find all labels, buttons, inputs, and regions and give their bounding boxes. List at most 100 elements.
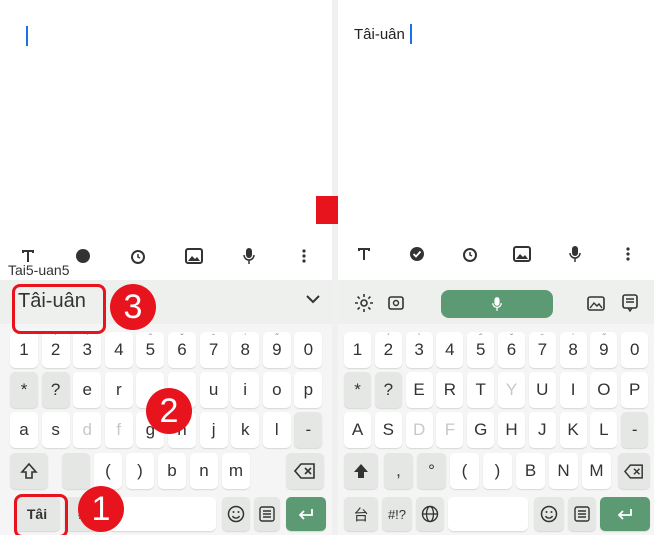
key[interactable]: ˝ 9	[262, 332, 291, 368]
key[interactable]: i	[231, 372, 260, 408]
key[interactable]: ˇ6	[498, 332, 525, 368]
enter-key[interactable]	[600, 497, 650, 531]
image-icon[interactable]	[511, 243, 533, 265]
key[interactable]: 4	[436, 332, 464, 368]
key[interactable]: F	[436, 412, 464, 448]
clipboard-icon[interactable]	[620, 293, 640, 313]
key[interactable]: j	[199, 412, 228, 448]
chevron-down-icon[interactable]	[306, 294, 320, 304]
alarm-icon[interactable]	[127, 245, 149, 267]
check-circle-icon[interactable]	[406, 243, 428, 265]
key[interactable]: U	[528, 372, 556, 408]
key[interactable]: )	[126, 453, 154, 489]
check-circle-icon[interactable]	[72, 245, 94, 267]
key[interactable]: B	[516, 453, 545, 489]
key[interactable]: s	[41, 412, 70, 448]
key[interactable]: f	[104, 412, 133, 448]
key[interactable]	[62, 453, 90, 489]
language-key[interactable]	[416, 497, 444, 531]
space-key[interactable]	[108, 497, 216, 531]
key[interactable]: n	[190, 453, 218, 489]
key[interactable]: l	[262, 412, 291, 448]
emoji-key[interactable]	[222, 497, 250, 531]
key[interactable]: A	[344, 412, 371, 448]
keyboard-switch-key[interactable]	[254, 497, 280, 531]
alarm-icon[interactable]	[459, 243, 481, 265]
enter-key[interactable]	[286, 497, 326, 531]
key[interactable]: D	[405, 412, 433, 448]
mode-key[interactable]: 台	[344, 497, 378, 531]
image-icon[interactable]	[183, 245, 205, 267]
key[interactable]: M	[582, 453, 611, 489]
key[interactable]: *	[10, 372, 38, 408]
translate-icon[interactable]	[386, 293, 406, 313]
space-key[interactable]	[448, 497, 528, 531]
key[interactable]: ˉ7	[199, 332, 228, 368]
key[interactable]: H	[498, 412, 525, 448]
shift-key[interactable]	[10, 453, 48, 489]
key[interactable]: E	[405, 372, 433, 408]
key[interactable]: ˉ7	[528, 332, 556, 368]
key[interactable]: G	[467, 412, 495, 448]
settings-icon[interactable]	[354, 293, 374, 313]
key[interactable]: m	[222, 453, 250, 489]
key[interactable]: o	[262, 372, 291, 408]
key[interactable]: p	[294, 372, 323, 408]
backspace-key[interactable]	[286, 453, 324, 489]
key[interactable]: ,	[384, 453, 413, 489]
key[interactable]: K	[559, 412, 587, 448]
key[interactable]: N	[549, 453, 578, 489]
gallery-icon[interactable]	[586, 293, 606, 313]
key[interactable]: (	[94, 453, 122, 489]
key[interactable]: ?	[374, 372, 402, 408]
key[interactable]: T	[467, 372, 495, 408]
key[interactable]: 1	[344, 332, 371, 368]
key[interactable]: e	[73, 372, 102, 408]
key[interactable]: -	[294, 412, 323, 448]
key[interactable]: ˆ5	[467, 332, 495, 368]
key[interactable]: ?	[41, 372, 70, 408]
key[interactable]: R	[436, 372, 464, 408]
key[interactable]: ˈ8	[231, 332, 260, 368]
mic-icon[interactable]	[564, 243, 586, 265]
mic-icon[interactable]	[238, 245, 260, 267]
key[interactable]: ˆ5	[136, 332, 165, 368]
more-vert-icon[interactable]	[293, 245, 315, 267]
key[interactable]: 1	[10, 332, 38, 368]
key[interactable]: ˈ8	[559, 332, 587, 368]
key[interactable]: -	[621, 412, 649, 448]
key[interactable]: k	[231, 412, 260, 448]
voice-input-button[interactable]	[441, 290, 553, 318]
key[interactable]: *	[344, 372, 371, 408]
key[interactable]: )	[483, 453, 512, 489]
key[interactable]: ˝ 9	[590, 332, 618, 368]
key[interactable]: ˊ2	[41, 332, 70, 368]
shift-key[interactable]	[344, 453, 378, 489]
keyboard-switch-key[interactable]	[568, 497, 596, 531]
key[interactable]: I	[559, 372, 587, 408]
key[interactable]: ˋ3	[405, 332, 433, 368]
key[interactable]: u	[199, 372, 228, 408]
key[interactable]: b	[158, 453, 186, 489]
key[interactable]: L	[590, 412, 618, 448]
key[interactable]: 0	[621, 332, 649, 368]
text-format-icon[interactable]	[353, 243, 375, 265]
backspace-key[interactable]	[618, 453, 650, 489]
key[interactable]: r	[104, 372, 133, 408]
key[interactable]: °	[417, 453, 446, 489]
key[interactable]: (	[450, 453, 479, 489]
key[interactable]: ˊ2	[374, 332, 402, 368]
key[interactable]: 0	[294, 332, 323, 368]
key[interactable]: ˋ3	[73, 332, 102, 368]
key[interactable]: S	[374, 412, 402, 448]
more-vert-icon[interactable]	[617, 243, 639, 265]
key[interactable]: P	[621, 372, 649, 408]
key[interactable]: Y	[498, 372, 525, 408]
emoji-key[interactable]	[534, 497, 564, 531]
key[interactable]: J	[528, 412, 556, 448]
key[interactable]: ˇ6	[168, 332, 196, 368]
key[interactable]: 4	[104, 332, 133, 368]
key[interactable]: d	[73, 412, 102, 448]
symbol-key[interactable]: #!?	[382, 497, 412, 531]
key[interactable]: a	[10, 412, 38, 448]
